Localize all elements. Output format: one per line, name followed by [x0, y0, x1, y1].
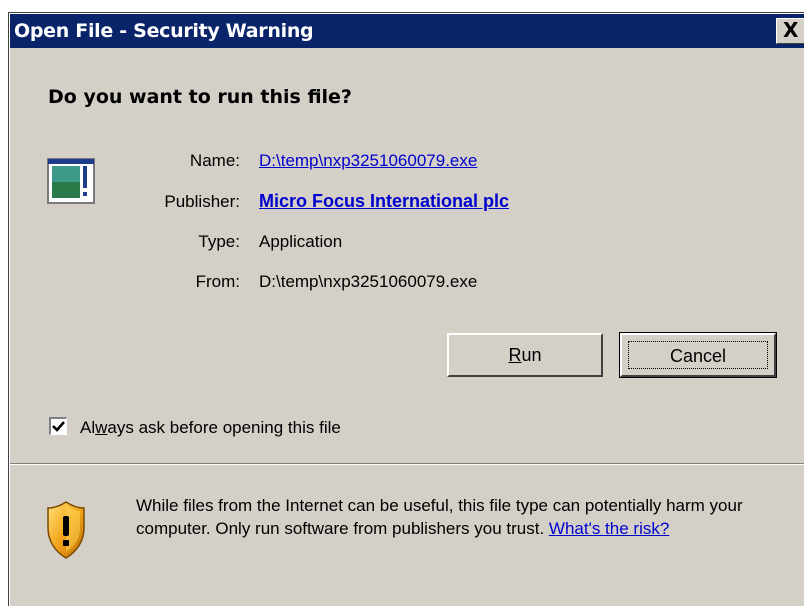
publisher-label: Publisher: — [164, 192, 240, 211]
window-title: Open File - Security Warning — [14, 20, 314, 42]
label-pre: Al — [80, 418, 96, 437]
close-button[interactable]: X — [776, 18, 804, 44]
run-label: un — [521, 345, 542, 365]
shield-warning-icon — [47, 501, 85, 559]
run-button[interactable]: Run — [447, 333, 603, 377]
warning-message: While files from the Internet can be use… — [136, 494, 776, 540]
run-mnemonic: R — [508, 345, 522, 365]
cancel-focus-rect: Cancel — [628, 341, 768, 369]
checkmark-icon — [52, 421, 65, 432]
always-ask-checkbox[interactable] — [49, 417, 67, 435]
whats-the-risk-link[interactable]: What's the risk? — [549, 519, 669, 538]
name-label: Name: — [189, 151, 240, 170]
from-value: D:\temp\nxp3251060079.exe — [259, 272, 478, 291]
separator — [10, 463, 804, 465]
publisher-link[interactable]: Micro Focus International plc — [259, 191, 509, 212]
always-ask-label[interactable]: Always ask before opening this file — [80, 418, 341, 438]
file-name-link[interactable]: D:\temp\nxp3251060079.exe — [259, 151, 477, 171]
type-label: Type: — [198, 232, 240, 251]
label-mnemonic: w — [95, 418, 108, 437]
cancel-label: Cancel — [669, 346, 727, 366]
from-label: From: — [195, 272, 240, 291]
close-icon: X — [783, 18, 799, 42]
cancel-button[interactable]: Cancel — [619, 332, 777, 378]
type-value: Application — [259, 232, 343, 251]
question-heading: Do you want to run this file? — [48, 86, 352, 108]
label-post: ays ask before opening this file — [107, 418, 341, 437]
